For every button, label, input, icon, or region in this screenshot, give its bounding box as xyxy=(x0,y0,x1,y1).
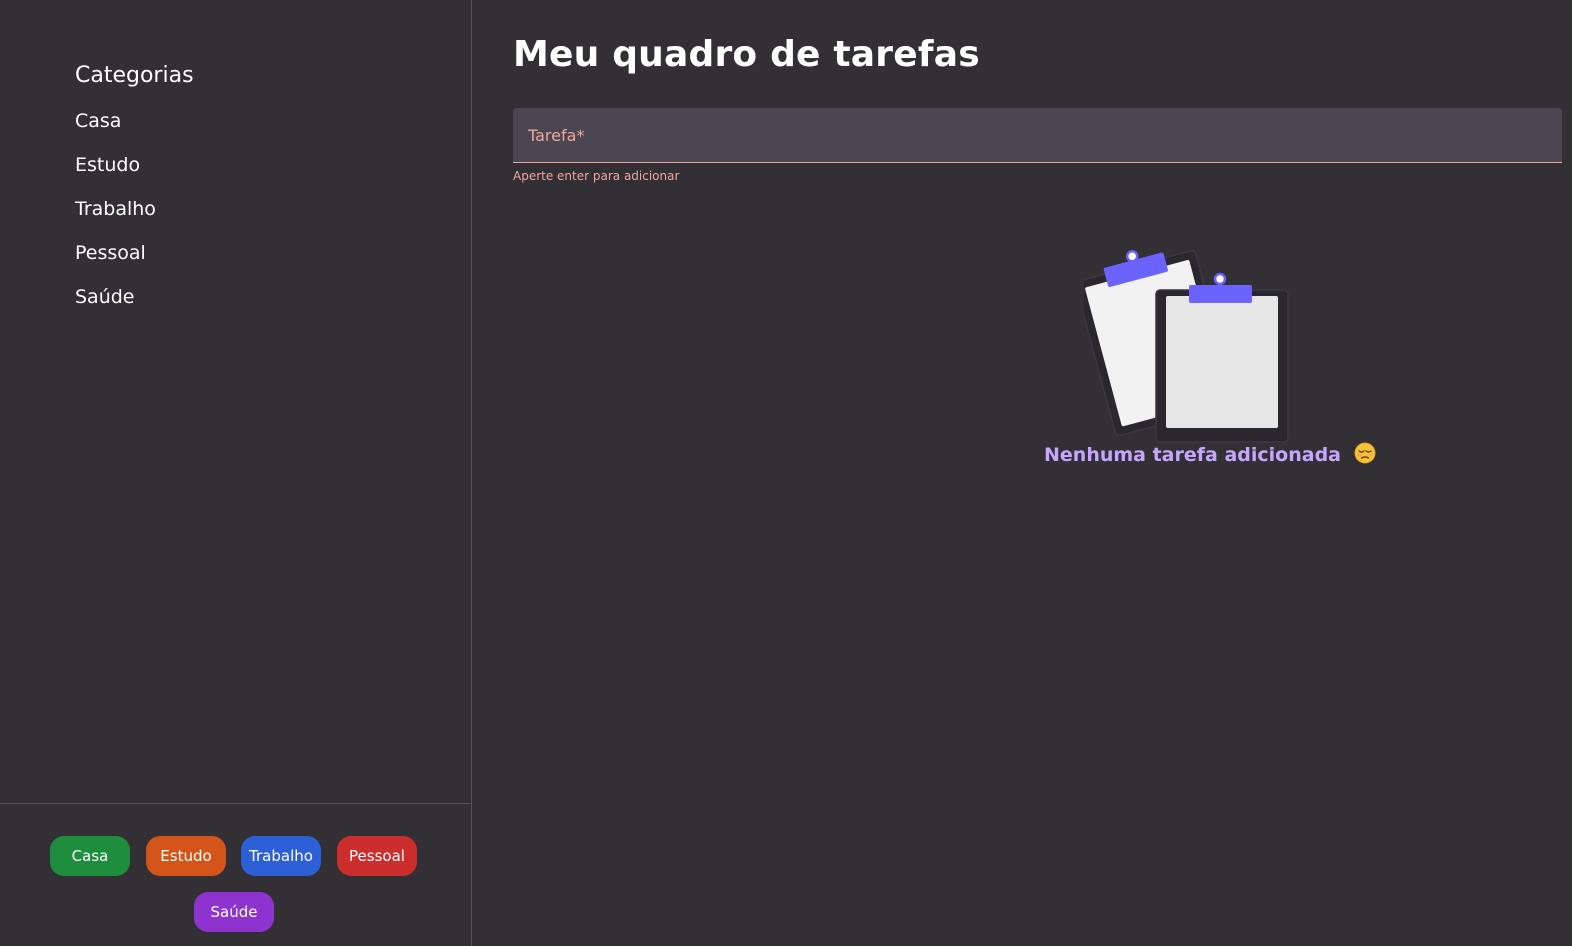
main-content: Meu quadro de tarefas Aperte enter para … xyxy=(472,0,1572,946)
chip-trabalho[interactable]: Trabalho xyxy=(241,836,321,876)
chip-saude[interactable]: Saúde xyxy=(194,892,274,932)
sidebar-item-saude[interactable]: Saúde xyxy=(75,284,156,328)
chip-estudo[interactable]: Estudo xyxy=(146,836,226,876)
empty-state-text: Nenhuma tarefa adicionada xyxy=(1044,444,1341,466)
sidebar-item-estudo[interactable]: Estudo xyxy=(75,152,156,196)
chip-casa[interactable]: Casa xyxy=(50,836,130,876)
clipboards-icon xyxy=(1084,249,1289,443)
pensive-face-icon xyxy=(1354,442,1376,464)
category-chip-bar: Casa Estudo Trabalho Pessoal Saúde xyxy=(0,803,471,946)
sidebar-heading: Categorias xyxy=(75,63,194,88)
sidebar-item-trabalho[interactable]: Trabalho xyxy=(75,196,156,240)
task-input[interactable] xyxy=(513,108,1562,163)
sidebar-item-casa[interactable]: Casa xyxy=(75,108,156,152)
page-title: Meu quadro de tarefas xyxy=(513,34,980,75)
sidebar-item-pessoal[interactable]: Pessoal xyxy=(75,240,156,284)
empty-state-message: Nenhuma tarefa adicionada xyxy=(1044,441,1376,469)
app: Categorias Casa Estudo Trabalho Pessoal … xyxy=(0,0,1572,946)
sidebar: Categorias Casa Estudo Trabalho Pessoal … xyxy=(0,0,472,946)
task-input-helper: Aperte enter para adicionar xyxy=(513,169,680,183)
category-list: Casa Estudo Trabalho Pessoal Saúde xyxy=(75,108,156,328)
chip-pessoal[interactable]: Pessoal xyxy=(337,836,417,876)
